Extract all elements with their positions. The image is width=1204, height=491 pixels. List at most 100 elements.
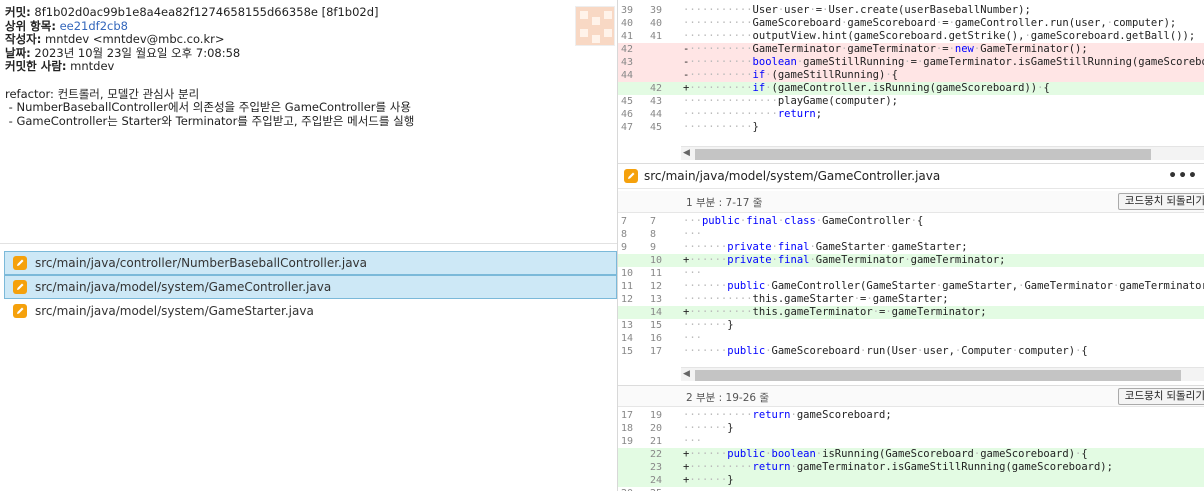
changed-files-list: src/main/java/controller/NumberBaseballC… <box>4 251 617 323</box>
code-text: ···········} <box>683 121 759 133</box>
horizontal-scrollbar[interactable]: ◀ <box>681 367 1204 381</box>
code-text: -··········GameTerminator·gameTerminator… <box>683 43 1088 55</box>
author-label: 작성자: <box>5 32 42 46</box>
commit-hash-row: 커밋: 8f1b02d0ac99b1e8a4ea82f1274658155d66… <box>5 5 612 20</box>
pane-divider[interactable] <box>0 243 617 250</box>
app-root: 커밋: 8f1b02d0ac99b1e8a4ea82f1274658155d66… <box>0 0 1204 491</box>
code-text: -··········if·(gameStillRunning)·{ <box>683 69 898 81</box>
context-line: 18 20 ·······} <box>618 422 1204 435</box>
pencil-icon <box>13 256 27 270</box>
code-text: +······public·boolean·isRunning(GameScor… <box>683 448 1088 460</box>
horizontal-scrollbar[interactable]: ◀ <box>681 146 1204 160</box>
code-text: +······private·final·GameTerminator·game… <box>683 254 1006 266</box>
new-line-number: 14 <box>650 307 663 318</box>
context-line: 15 17 ·······public·GameScoreboard·run(Use… <box>618 345 1204 358</box>
new-line-number: 9 <box>650 242 657 253</box>
old-line-number: 44 <box>621 70 634 81</box>
code-text: ··· <box>683 267 702 279</box>
hunk-label: 2 부분 : 19-26 줄 <box>686 392 770 404</box>
old-line-number: 39 <box>621 5 634 16</box>
old-line-number: 42 <box>621 44 634 55</box>
commit-message-line: - GameController는 Starter와 Terminator를 주… <box>5 113 415 128</box>
code-text: ·······private·final·GameStarter·gameSta… <box>683 241 968 253</box>
pencil-icon <box>13 304 27 318</box>
code-text: ···public·final·class·GameController·{ <box>683 215 924 227</box>
old-line-number: 43 <box>621 57 634 68</box>
old-line-number: 11 <box>621 281 634 292</box>
added-line: 42 +··········if·(gameController.isRunnin… <box>618 82 1204 95</box>
code-text: +··········this.gameTerminator·=·gameTer… <box>683 306 987 318</box>
new-line-number: 13 <box>650 294 663 305</box>
context-line: 8 8 ··· <box>618 228 1204 241</box>
pencil-icon <box>13 280 27 294</box>
new-line-number: 16 <box>650 333 663 344</box>
context-line: 40 40 ···········GameScoreboard·gameScoreb… <box>618 17 1204 30</box>
file-header: src/main/java/model/system/GameControlle… <box>618 163 1204 189</box>
commit-message: refactor: 컨트롤러, 모델간 관심사 분리 - NumberBaseb… <box>5 86 612 129</box>
parent-link[interactable]: ee21df2cb8 <box>60 19 128 33</box>
new-line-number: 25 <box>650 487 674 491</box>
new-line-number: 22 <box>650 449 663 460</box>
code-text: ···········User·user·=·User.create(userB… <box>683 4 1031 16</box>
commit-message-line: refactor: 컨트롤러, 모델간 관심사 분리 <box>5 86 200 101</box>
scrollbar-thumb[interactable] <box>695 370 1181 381</box>
date-row: 날짜: 2023년 10월 23일 월요일 오후 7:08:58 <box>5 45 612 61</box>
new-line-number: 21 <box>650 436 663 447</box>
context-line: 17 19 ···········return·gameScoreboard; <box>618 409 1204 422</box>
new-line-number: 7 <box>650 216 657 227</box>
new-line-number: 19 <box>650 410 663 421</box>
code-text: ··· <box>683 435 702 447</box>
code-text: ···········return·gameScoreboard; <box>683 409 892 421</box>
context-line: 2025 <box>618 487 1204 491</box>
old-line-number: 41 <box>621 31 634 42</box>
file-item[interactable]: src/main/java/model/system/GameControlle… <box>4 275 617 299</box>
parent-label: 상위 항목: <box>5 18 56 33</box>
context-line: 41 41 ···········outputView.hint(gameScore… <box>618 30 1204 43</box>
old-line-number: 14 <box>621 333 634 344</box>
code-text: ··· <box>683 228 702 240</box>
old-line-number: 12 <box>621 294 634 305</box>
code-text: ···········outputView.hint(gameScoreboar… <box>683 30 1196 42</box>
context-line: 11 12 ·······public·GameController(GameSta… <box>618 280 1204 293</box>
new-line-number: 15 <box>650 320 663 331</box>
more-options-icon[interactable]: ••• <box>1168 168 1198 184</box>
file-item[interactable]: src/main/java/model/system/GameStarter.j… <box>4 299 617 323</box>
context-line: 7 7 ···public·final·class·GameController·{ <box>618 215 1204 228</box>
new-line-number: 24 <box>650 475 663 486</box>
revert-hunk-button[interactable]: 코드뭉치 되돌리기 <box>1117 193 1204 210</box>
revert-hunk-button[interactable]: 코드뭉치 되돌리기 <box>1117 388 1204 405</box>
new-line-number: 45 <box>650 122 663 133</box>
removed-line: 43 -··········boolean·gameStillRunning·=·… <box>618 56 1204 69</box>
parent-row: 상위 항목: ee21df2cb8 <box>5 18 612 34</box>
scrollbar-thumb[interactable] <box>695 149 1151 160</box>
code-text: ···············return; <box>683 108 823 120</box>
date-value: 2023년 10월 23일 월요일 오후 7:08:58 <box>34 45 241 60</box>
scroll-left-icon[interactable]: ◀ <box>683 148 690 158</box>
diff-pane: 39 39 ···········User·user·=·User.create(u… <box>618 0 1204 491</box>
old-line-number: 46 <box>621 109 634 120</box>
removed-line: 44 -··········if·(gameStillRunning)·{ <box>618 69 1204 82</box>
new-line-number: 10 <box>650 255 663 266</box>
new-line-number: 12 <box>650 281 663 292</box>
hunk-label: 1 부분 : 7-17 줄 <box>686 197 763 209</box>
old-line-number: 17 <box>621 410 634 421</box>
added-line: 22 +······public·boolean·isRunning(GameSc… <box>618 448 1204 461</box>
scroll-left-icon[interactable]: ◀ <box>683 369 690 379</box>
old-line-number: 20 <box>621 487 643 491</box>
commit-info: 커밋: 8f1b02d0ac99b1e8a4ea82f1274658155d66… <box>0 0 617 243</box>
new-line-number: 17 <box>650 346 663 357</box>
avatar <box>575 6 615 46</box>
old-line-number: 13 <box>621 320 634 331</box>
added-line: 24 +······} <box>618 474 1204 487</box>
commit-details-pane: 커밋: 8f1b02d0ac99b1e8a4ea82f1274658155d66… <box>0 0 618 491</box>
commit-hash-label: 커밋: <box>5 5 31 19</box>
old-line-number: 47 <box>621 122 634 133</box>
file-item[interactable]: src/main/java/controller/NumberBaseballC… <box>4 251 617 275</box>
diff-block-top: 39 39 ···········User·user·=·User.create(u… <box>618 4 1204 134</box>
diff-block-hunk1: 7 7 ···public·final·class·GameController·{… <box>618 215 1204 358</box>
old-line-number: 7 <box>621 216 628 227</box>
code-text: ···············playGame(computer); <box>683 95 898 107</box>
code-text: ·······} <box>683 422 734 434</box>
code-text: ·······public·GameScoreboard·run(User·us… <box>683 345 1088 357</box>
new-line-number: 40 <box>650 18 663 29</box>
